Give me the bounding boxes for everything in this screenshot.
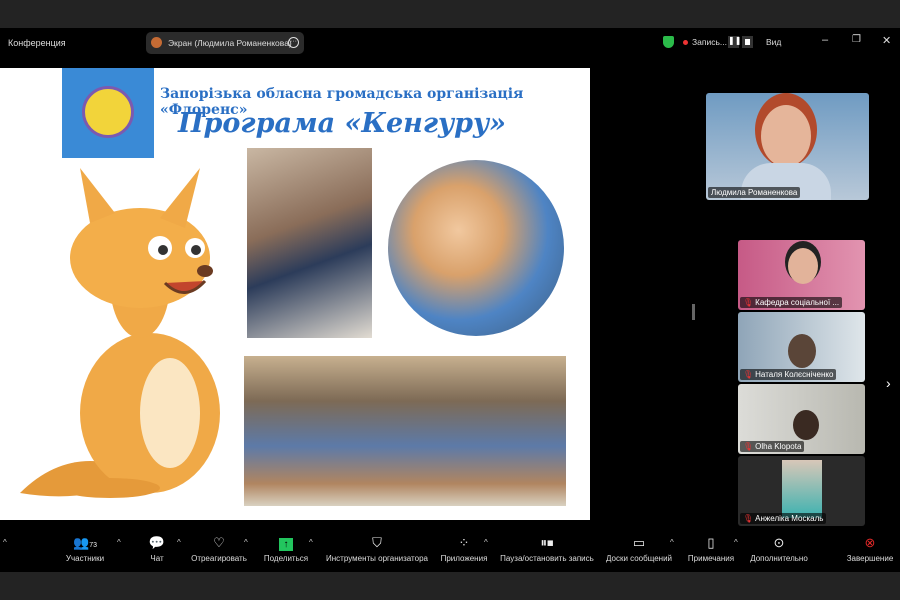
screen-share-indicator[interactable]: Экран (Людмила Романенкова) ··· [146,32,304,54]
title-bar: Конференция Запись... ❚❚ Вид – ❐ ✕ [0,28,900,58]
panel-resize-handle[interactable] [692,304,695,320]
chat-button[interactable]: 💬 Чат [140,528,174,572]
recording-dot-icon [683,40,688,45]
more-icon: ⊙ [773,535,785,550]
recording-label: Запись... [692,37,727,47]
participant-tile[interactable]: 🎙 Olha Klopota [738,384,865,454]
participant-name: Анжеліка Москаль [755,514,824,523]
chat-icon: 💬 [148,535,166,550]
share-arrow-icon: ↑ [260,536,312,551]
os-bottom-bar [0,572,900,600]
more-options-icon[interactable]: ··· [288,37,299,48]
muted-mic-icon: 🎙 [743,298,754,307]
host-tools-button[interactable]: ⛉ Инструменты организатора [322,528,432,572]
pause-recording-button[interactable]: ❚❚ [728,36,741,48]
pause-stop-icon: ⏸⏹ [540,535,554,550]
more-button[interactable]: ⊙ Дополнительно [746,528,812,572]
shield-icon [663,36,674,48]
end-icon: ⊗ [864,535,876,550]
muted-mic-icon: 🎙 [743,370,754,379]
photo-child-cutting [247,148,372,338]
close-button[interactable]: ✕ [882,34,891,47]
muted-mic-icon: 🎙 [743,442,754,451]
share-avatar-icon [151,37,162,48]
stop-recording-button[interactable] [742,36,753,48]
shared-slide: Запорізька обласна громадська організаці… [0,68,590,520]
participants-icon: 👥73 [73,535,97,550]
meeting-toolbar: ^ 👥73 Участники ^ 💬 Чат ^ ♡ Отреагировать ^… [0,528,900,572]
notes-caret[interactable]: ^ [734,538,738,547]
view-button[interactable]: Вид [766,37,781,47]
muted-mic-icon: 🎙 [743,514,754,523]
chat-caret[interactable]: ^ [177,538,181,547]
share-screen-button[interactable]: ↑ Поделиться [260,528,312,572]
participant-tile[interactable]: 🎙 Кафедра соціальної ... [738,240,865,310]
participant-name: Olha Klopota [755,442,802,451]
os-top-bar [0,0,900,28]
participant-name: Кафедра соціальної ... [755,298,840,307]
apps-caret[interactable]: ^ [484,538,488,547]
participants-caret[interactable]: ^ [117,538,121,547]
participant-tile[interactable]: 🎙 Наталя Колєсніченко [738,312,865,382]
restore-button[interactable]: ❐ [852,34,861,45]
end-meeting-button[interactable]: ⊗ Завершение [842,528,898,572]
self-name-label: Людмила Романенкова [708,187,801,198]
apps-icon: ⁘ [458,535,470,550]
notes-icon: ▯ [707,535,715,550]
participant-tile[interactable]: 🎙 Анжеліка Москаль [738,456,865,526]
window-title: Конференция [8,38,66,48]
notes-button[interactable]: ▯ Примечания [684,528,738,572]
minimize-button[interactable]: – [822,34,828,46]
photo-group-children [244,356,566,506]
react-button[interactable]: ♡ Отреагировать [188,528,250,572]
next-page-arrow[interactable]: › [886,375,891,391]
heart-icon: ♡ [213,535,225,550]
pause-stop-recording-button[interactable]: ⏸⏹ Пауза/остановить запись [497,528,597,572]
organization-logo [62,68,154,158]
share-caret[interactable]: ^ [309,538,313,547]
kangaroo-illustration [20,168,220,498]
whiteboard-icon: ▭ [632,535,646,550]
participant-name: Наталя Колєсніченко [755,370,834,379]
share-label: Экран (Людмила Романенкова) [168,38,292,48]
audio-caret[interactable]: ^ [3,538,7,547]
whiteboards-caret[interactable]: ^ [670,538,674,547]
whiteboards-button[interactable]: ▭ Доски сообщений [602,528,676,572]
shield-icon: ⛉ [372,535,382,550]
self-video-tile[interactable]: Людмила Романенкова [706,93,869,200]
photo-children-circle [388,160,564,336]
react-caret[interactable]: ^ [244,538,248,547]
apps-button[interactable]: ⁘ Приложения [437,528,491,572]
slide-program-title: Програма «Кенгуру» [178,108,507,139]
participants-button[interactable]: 👥73 Участники [60,528,110,572]
